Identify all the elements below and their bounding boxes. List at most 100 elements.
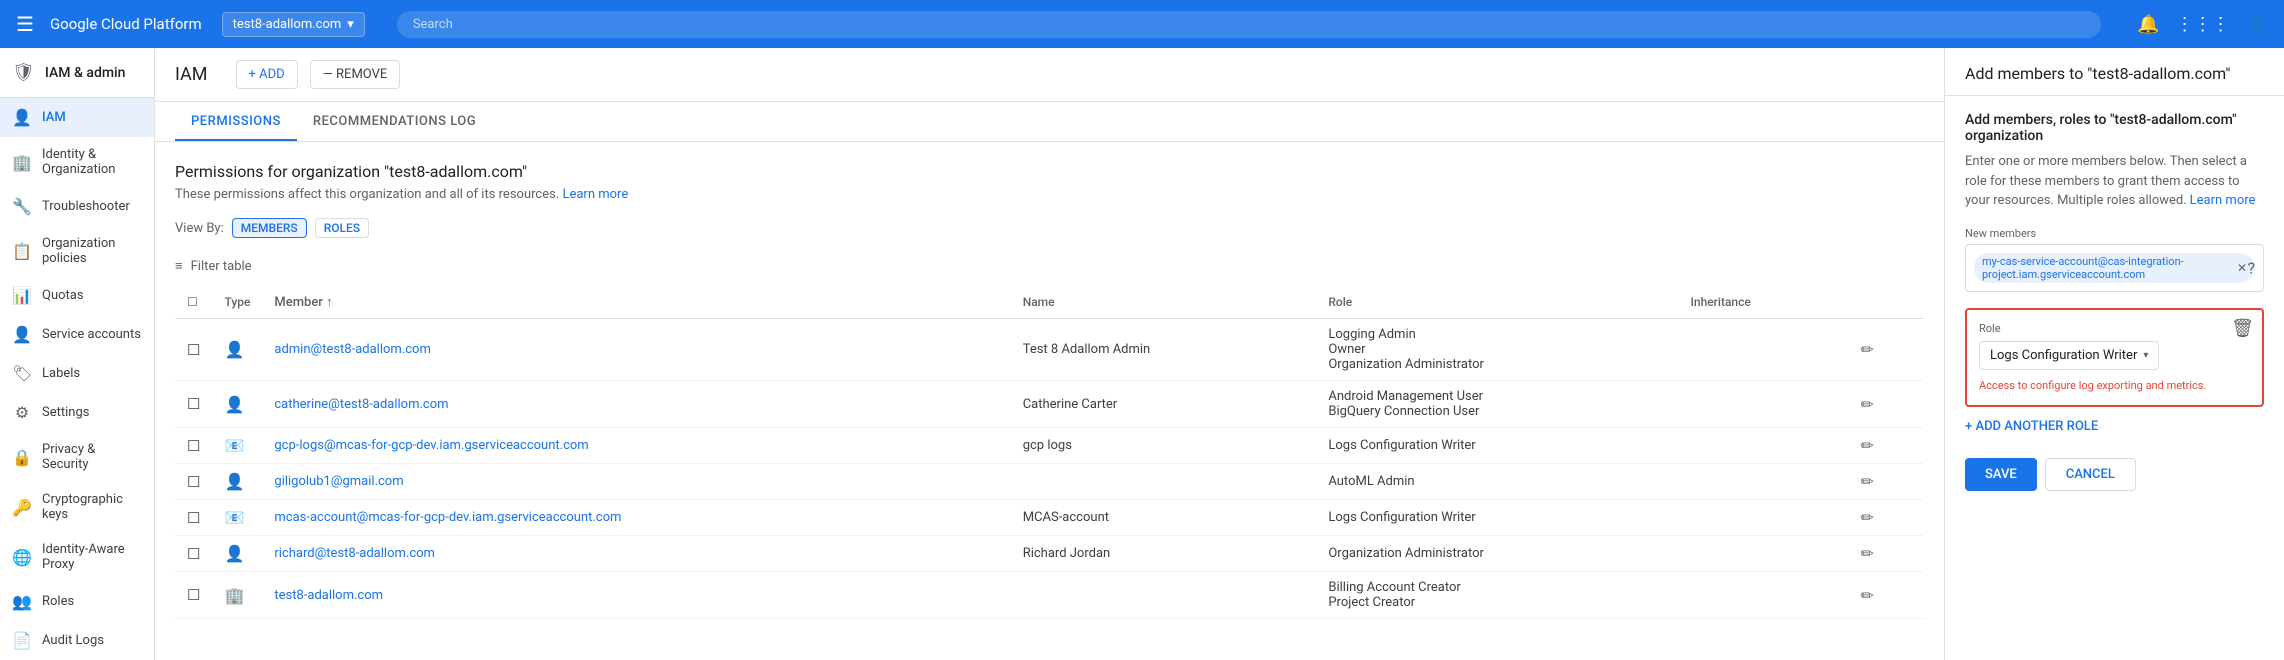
type-icon: 👤	[224, 395, 244, 414]
labels-icon: 🏷	[12, 364, 32, 383]
role-item: Android Management User	[1328, 389, 1666, 404]
audit-logs-icon: 📄	[12, 631, 32, 650]
sidebar-item-label: Cryptographic keys	[42, 492, 142, 522]
sidebar-item-service-accounts[interactable]: 👤 Service accounts	[0, 315, 154, 354]
type-icon: 👤	[224, 472, 244, 491]
sidebar-item-audit-logs[interactable]: 📄 Audit Logs	[0, 621, 154, 660]
tab-permissions[interactable]: PERMISSIONS	[175, 102, 297, 141]
type-icon: 🏢	[224, 586, 244, 605]
crypto-icon: 🔑	[12, 498, 32, 517]
panel-title: Add members to "test8-adallom.com"	[1965, 64, 2264, 83]
table-row: ☐👤admin@test8-adallom.comTest 8 Adallom …	[175, 319, 1924, 381]
role-item: AutoML Admin	[1328, 474, 1666, 489]
sidebar-item-identity[interactable]: 🏢 Identity & Organization	[0, 137, 154, 187]
row-checkbox[interactable]: ☐	[187, 437, 200, 455]
cancel-button[interactable]: CANCEL	[2045, 458, 2136, 491]
sidebar-item-label: IAM	[42, 110, 66, 125]
new-members-label: New members	[1965, 227, 2264, 240]
filter-label: Filter table	[191, 259, 252, 274]
project-name: test8-adallom.com	[233, 17, 342, 32]
row-checkbox[interactable]: ☐	[187, 473, 200, 491]
edit-button[interactable]: ✏	[1861, 436, 1874, 455]
sidebar-item-privacy[interactable]: 🔒 Privacy & Security	[0, 432, 154, 482]
member-chip: my-cas-service-account@cas-integration-p…	[1974, 253, 2255, 283]
sidebar-item-label: Roles	[42, 594, 74, 609]
member-roles: Android Management UserBigQuery Connecti…	[1316, 381, 1678, 428]
row-checkbox[interactable]: ☐	[187, 586, 200, 604]
edit-button[interactable]: ✏	[1861, 340, 1874, 359]
edit-button[interactable]: ✏	[1861, 395, 1874, 414]
col-member: Member ↑	[262, 286, 1010, 319]
member-email[interactable]: giligolub1@gmail.com	[274, 474, 403, 489]
topbar: ☰ Google Cloud Platform test8-adallom.co…	[0, 0, 2284, 48]
sidebar-item-org-policies[interactable]: 📋 Organization policies	[0, 226, 154, 276]
notifications-icon[interactable]: 🔔	[2133, 10, 2163, 39]
role-item: Organization Administrator	[1328, 357, 1666, 372]
save-button[interactable]: SAVE	[1965, 458, 2037, 491]
search-input[interactable]	[397, 11, 2101, 38]
roles-view-btn[interactable]: ROLES	[315, 218, 369, 238]
sidebar-item-label: Troubleshooter	[42, 199, 130, 214]
sidebar-item-labels[interactable]: 🏷 Labels	[0, 354, 154, 393]
panel-learn-more-link[interactable]: Learn more	[2190, 193, 2256, 208]
sidebar-item-label: Organization policies	[42, 236, 142, 266]
member-email[interactable]: mcas-account@mcas-for-gcp-dev.iam.gservi…	[274, 510, 621, 525]
sidebar-item-roles[interactable]: 👥 Roles	[0, 582, 154, 621]
sidebar-item-iam[interactable]: 👤 IAM	[0, 98, 154, 137]
add-button[interactable]: + ADD	[236, 60, 298, 89]
filter-icon: ≡	[175, 258, 183, 274]
sidebar-item-identity-proxy[interactable]: 🌐 Identity-Aware Proxy	[0, 532, 154, 582]
quotas-icon: 📊	[12, 286, 32, 305]
iam-table: ☐ Type Member ↑ Name Role Inheritance ☐👤…	[175, 286, 1924, 619]
permissions-subtitle: These permissions affect this organizati…	[175, 187, 1924, 202]
member-email[interactable]: catherine@test8-adallom.com	[274, 397, 448, 412]
tabs: PERMISSIONS RECOMMENDATIONS LOG	[155, 102, 1944, 142]
sidebar-item-settings[interactable]: ⚙ Settings	[0, 393, 154, 432]
sidebar-item-crypto[interactable]: 🔑 Cryptographic keys	[0, 482, 154, 532]
nav-header-icon: 🛡	[12, 62, 35, 83]
row-checkbox[interactable]: ☐	[187, 341, 200, 359]
project-selector[interactable]: test8-adallom.com ▾	[222, 12, 365, 37]
role-select-dropdown[interactable]: Logs Configuration Writer ▾	[1979, 341, 2159, 370]
member-email[interactable]: gcp-logs@mcas-for-gcp-dev.iam.gserviceac…	[274, 438, 588, 453]
apps-icon[interactable]: ⋮⋮⋮	[2172, 10, 2234, 39]
sidebar-item-label: Identity & Organization	[42, 147, 142, 177]
role-item: Owner	[1328, 342, 1666, 357]
remove-chip-icon[interactable]: ✕	[2237, 261, 2247, 275]
menu-icon[interactable]: ☰	[12, 8, 38, 40]
sidebar-item-quotas[interactable]: 📊 Quotas	[0, 276, 154, 315]
account-icon[interactable]: 👤	[2242, 10, 2272, 39]
tab-recommendations[interactable]: RECOMMENDATIONS LOG	[297, 102, 492, 141]
row-checkbox[interactable]: ☐	[187, 509, 200, 527]
help-icon[interactable]: ?	[2247, 258, 2255, 277]
filter-bar: ≡ Filter table	[175, 250, 1924, 282]
member-email[interactable]: richard@test8-adallom.com	[274, 546, 435, 561]
inheritance	[1678, 428, 1848, 464]
identity-icon: 🏢	[12, 153, 32, 172]
learn-more-link[interactable]: Learn more	[562, 187, 628, 202]
role-description: Access to configure log exporting and me…	[1979, 378, 2250, 393]
delete-role-button[interactable]: 🗑	[2231, 318, 2254, 339]
org-policies-icon: 📋	[12, 242, 32, 261]
add-another-role-button[interactable]: + ADD ANOTHER ROLE	[1965, 419, 2264, 434]
row-checkbox[interactable]: ☐	[187, 545, 200, 563]
nav-header-title: IAM & admin	[45, 65, 126, 81]
member-roles: Logging AdminOwnerOrganization Administr…	[1316, 319, 1678, 381]
row-checkbox[interactable]: ☐	[187, 395, 200, 413]
type-icon: 👤	[224, 340, 244, 359]
member-email[interactable]: admin@test8-adallom.com	[274, 342, 430, 357]
nav-header: 🛡 IAM & admin	[0, 48, 154, 98]
service-accounts-icon: 👤	[12, 325, 32, 344]
remove-button[interactable]: — REMOVE	[310, 60, 401, 89]
members-view-btn[interactable]: MEMBERS	[232, 218, 307, 238]
edit-button[interactable]: ✏	[1861, 544, 1874, 563]
member-roles: Organization Administrator	[1316, 536, 1678, 572]
table-row: ☐📧mcas-account@mcas-for-gcp-dev.iam.gser…	[175, 500, 1924, 536]
role-item: Organization Administrator	[1328, 546, 1666, 561]
edit-button[interactable]: ✏	[1861, 586, 1874, 605]
edit-button[interactable]: ✏	[1861, 472, 1874, 491]
member-email[interactable]: test8-adallom.com	[274, 588, 383, 603]
members-input-container[interactable]: my-cas-service-account@cas-integration-p…	[1965, 244, 2264, 292]
edit-button[interactable]: ✏	[1861, 508, 1874, 527]
sidebar-item-troubleshooter[interactable]: 🔧 Troubleshooter	[0, 187, 154, 226]
